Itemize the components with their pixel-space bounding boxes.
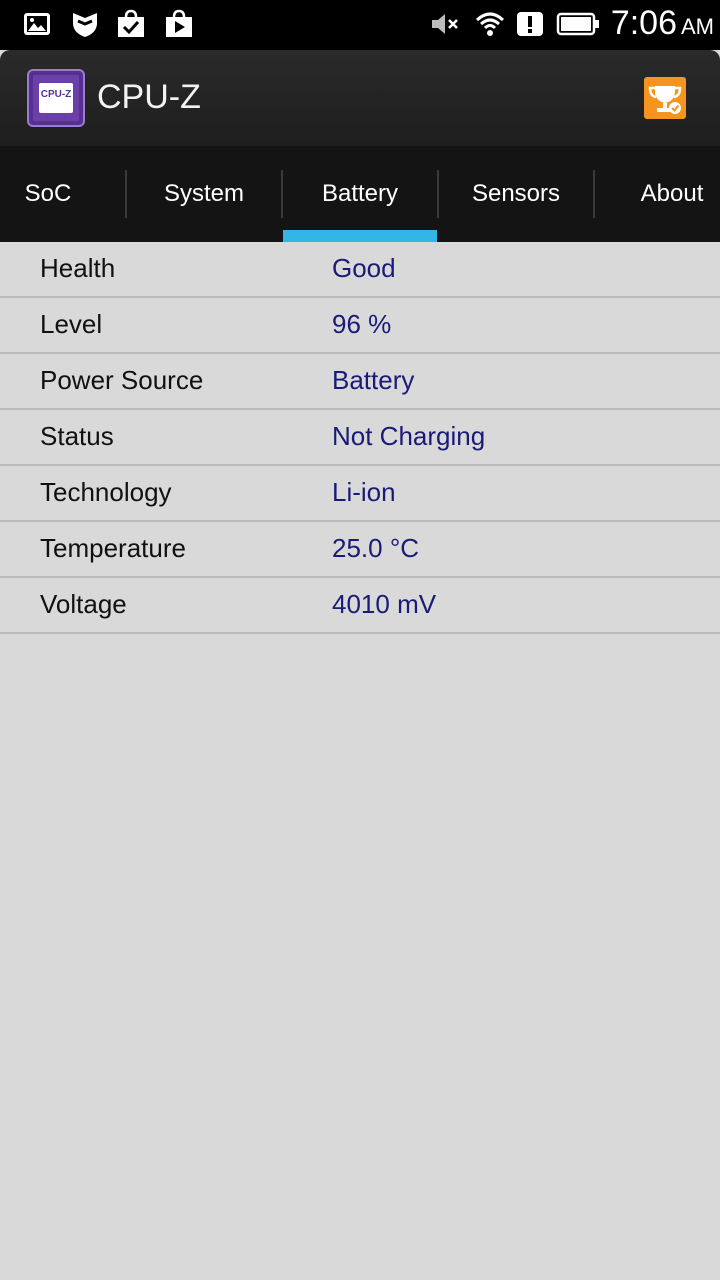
status-clock: 7:06 AM bbox=[610, 4, 714, 42]
volume-muted-icon bbox=[432, 14, 458, 34]
selected-tab-indicator bbox=[283, 230, 437, 242]
trophy-button[interactable] bbox=[644, 77, 686, 119]
table-row: Level 96 % bbox=[0, 298, 720, 354]
row-label: Level bbox=[40, 309, 103, 339]
trophy-icon bbox=[648, 86, 682, 114]
row-label: Temperature bbox=[40, 533, 186, 563]
status-bar: 7:06 AM bbox=[0, 0, 720, 50]
app-bar: CPU-Z CPU-Z bbox=[0, 50, 720, 146]
tab-sensors[interactable]: Sensors bbox=[439, 146, 593, 242]
app-title: CPU-Z bbox=[97, 78, 201, 116]
battery-icon bbox=[556, 12, 599, 36]
battery-info-table: Health Good Level 96 % Power Source Batt… bbox=[0, 242, 720, 634]
table-row: Health Good bbox=[0, 242, 720, 298]
tab-battery[interactable]: Battery bbox=[283, 146, 437, 242]
play-store-icon bbox=[166, 9, 192, 37]
row-value: 4010 mV bbox=[332, 589, 437, 619]
tab-system[interactable]: System bbox=[127, 146, 281, 242]
table-row: Technology Li-ion bbox=[0, 466, 720, 522]
table-row: Power Source Battery bbox=[0, 354, 720, 410]
row-value: 96 % bbox=[332, 309, 392, 339]
row-label: Status bbox=[40, 421, 114, 451]
gallery-icon bbox=[24, 13, 50, 35]
row-label: Health bbox=[40, 253, 116, 283]
wifi-icon bbox=[475, 12, 505, 36]
table-row: Status Not Charging bbox=[0, 410, 720, 466]
row-value: 25.0 °C bbox=[332, 533, 420, 563]
shopping-bag-check-icon bbox=[118, 9, 144, 37]
alert-icon bbox=[517, 12, 543, 36]
row-label: Power Source bbox=[40, 365, 204, 395]
row-label: Technology bbox=[40, 477, 172, 507]
cpu-z-logo-icon: CPU-Z bbox=[27, 69, 85, 127]
shield-icon bbox=[73, 13, 97, 37]
tab-soc[interactable]: SoC bbox=[0, 146, 96, 242]
table-row: Voltage 4010 mV bbox=[0, 578, 720, 634]
row-value: Li-ion bbox=[332, 477, 396, 507]
row-value: Not Charging bbox=[332, 421, 486, 451]
table-row: Temperature 25.0 °C bbox=[0, 522, 720, 578]
row-value: Good bbox=[332, 253, 396, 283]
tab-bar: SoC System Battery Sensors About bbox=[0, 146, 720, 242]
row-label: Voltage bbox=[40, 589, 127, 619]
row-value: Battery bbox=[332, 365, 415, 395]
tab-about[interactable]: About bbox=[595, 146, 720, 242]
